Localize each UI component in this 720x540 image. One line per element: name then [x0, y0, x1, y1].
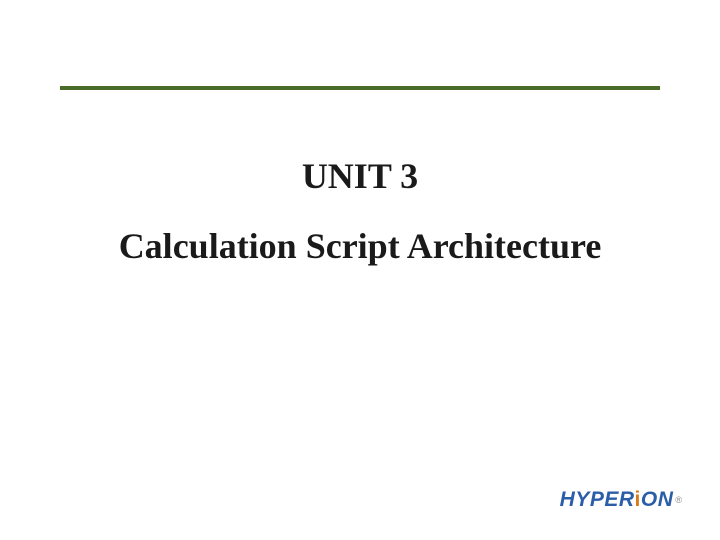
logo-text: HYPERiON: [560, 488, 674, 512]
slide-content: UNIT 3 Calculation Script Architecture: [0, 155, 720, 267]
hyperion-logo: HYPERiON ®: [560, 488, 682, 512]
unit-label: UNIT 3: [0, 155, 720, 197]
registered-mark: ®: [675, 495, 682, 505]
slide-title: Calculation Script Architecture: [0, 225, 720, 267]
logo-suffix: ON: [641, 488, 674, 511]
logo-prefix: HYPER: [560, 488, 635, 511]
horizontal-divider: [60, 86, 660, 90]
